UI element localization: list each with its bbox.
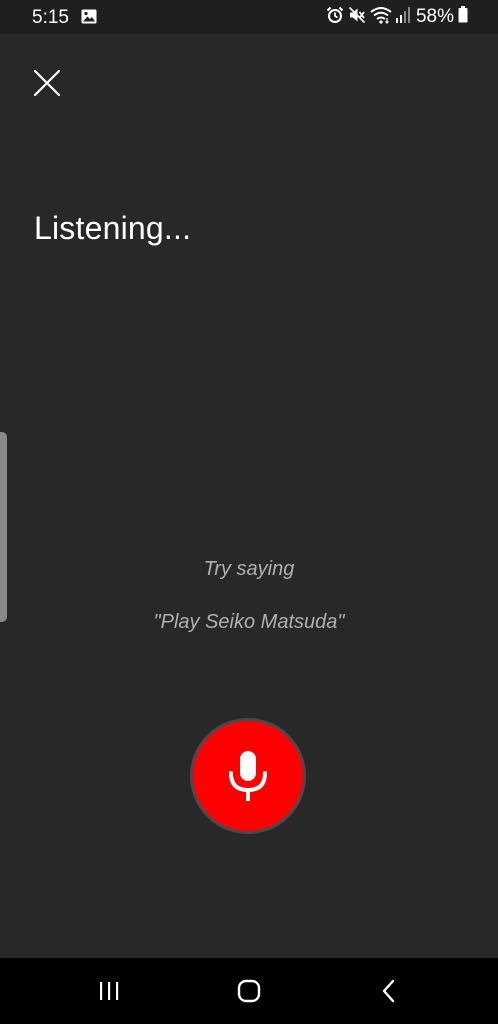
back-button[interactable] [374, 976, 404, 1006]
hint-title: Try saying [203, 558, 295, 580]
microphone-button[interactable] [193, 721, 303, 831]
home-button[interactable] [234, 976, 264, 1006]
battery-percent: 58% [415, 6, 454, 27]
mute-icon [348, 6, 366, 29]
alarm-icon [326, 6, 344, 29]
navigation-bar [0, 958, 498, 1024]
status-time: 5:15 [32, 7, 69, 28]
edge-panel-handle[interactable] [0, 432, 7, 622]
recent-apps-button[interactable] [94, 976, 124, 1006]
status-icons: 58% [326, 5, 468, 29]
wifi-icon [370, 6, 392, 29]
close-button[interactable] [28, 64, 66, 102]
back-icon [382, 979, 395, 1003]
status-bar: 5:15 58% [0, 0, 498, 34]
battery-icon [458, 6, 468, 28]
home-icon [237, 979, 261, 1003]
voice-search-screen: 5:15 58% Listening... Try saying "Play S… [0, 0, 498, 1024]
hint-example: "Play Seiko Matsuda" [153, 611, 345, 633]
listening-title: Listening... [34, 210, 192, 246]
close-icon [33, 69, 61, 97]
microphone-icon [229, 751, 267, 801]
signal-icon [395, 6, 410, 28]
recent-apps-icon [100, 982, 119, 1000]
gallery-icon [81, 9, 97, 29]
